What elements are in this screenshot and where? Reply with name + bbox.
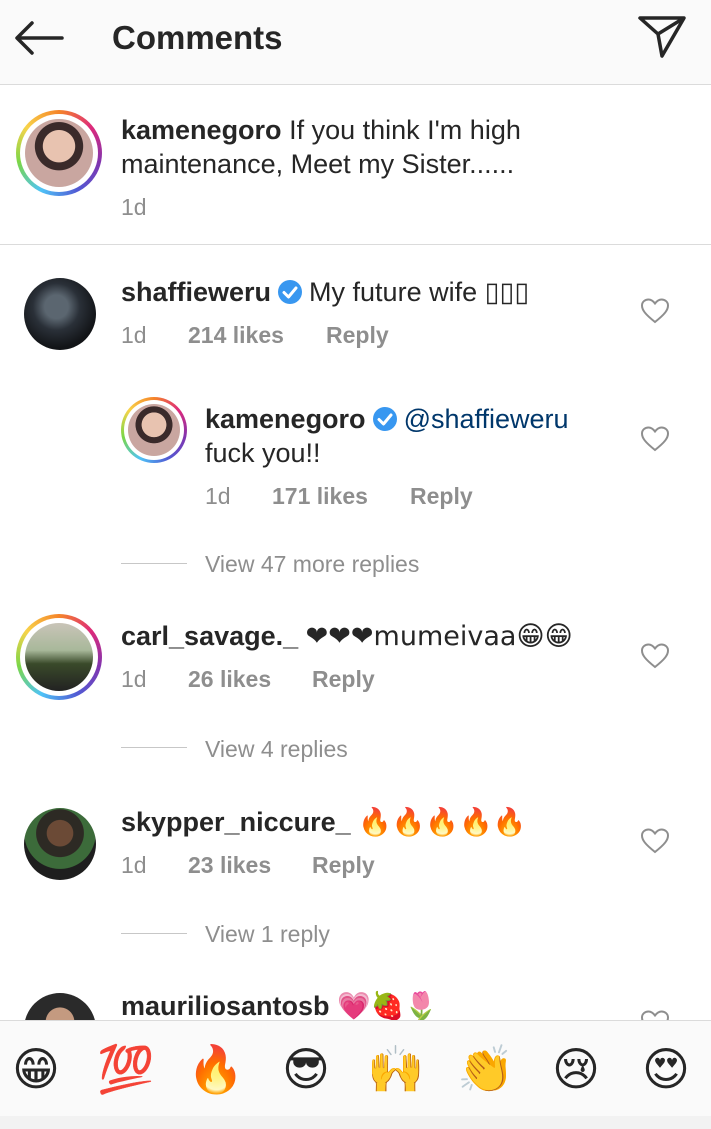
emoji-clap-button[interactable]: 👏 xyxy=(456,1039,516,1099)
back-arrow-icon[interactable] xyxy=(12,18,66,58)
emoji-fire-button[interactable]: 🔥 xyxy=(186,1039,246,1099)
reply-button[interactable]: Reply xyxy=(326,322,389,349)
view-replies-line xyxy=(121,933,187,934)
reply-timestamp: 1d xyxy=(205,483,231,509)
avatar[interactable] xyxy=(24,278,96,350)
caption-line-2: maintenance, Meet my Sister...... xyxy=(121,149,515,179)
emoji-quick-bar: 😁 💯 🔥 😎 🙌 👏 😢 😍 xyxy=(0,1020,711,1117)
comment-timestamp: 1d xyxy=(121,852,147,878)
comment-username[interactable]: skypper_niccure_ xyxy=(121,807,351,837)
view-replies-line xyxy=(121,747,187,748)
reply-button[interactable]: Reply xyxy=(312,852,375,879)
comment-emoji: ▯▯▯ xyxy=(484,277,530,307)
view-replies-button[interactable]: View 4 replies xyxy=(205,736,348,763)
comment-body: 🔥🔥🔥🔥🔥 xyxy=(358,807,527,838)
caption-text: kamenegoro If you think I'm high mainten… xyxy=(121,113,681,181)
avatar[interactable] xyxy=(16,614,102,700)
view-replies-line xyxy=(121,563,187,564)
like-heart-icon[interactable] xyxy=(641,643,669,669)
like-heart-icon[interactable] xyxy=(641,828,669,854)
comment-body: 💗🍓🌷 xyxy=(337,991,438,1022)
send-direct-icon[interactable] xyxy=(636,14,688,60)
reply-text: kamenegoro @shaffieweru fuck you!! xyxy=(205,402,625,470)
avatar[interactable] xyxy=(121,397,187,463)
comment-text: skypper_niccure_ 🔥🔥🔥🔥🔥 xyxy=(121,805,621,840)
emoji-grin-button[interactable]: 😁 xyxy=(6,1039,66,1099)
comment-text: shaffieweru My future wife ▯▯▯ xyxy=(121,275,621,309)
page-title: Comments xyxy=(112,19,283,56)
comment-username[interactable]: mauriliosantosb xyxy=(121,991,330,1021)
view-more-replies-button[interactable]: View 47 more replies xyxy=(205,551,419,578)
comment-text: carl_savage._ ❤❤❤mumeivaa😁😁 xyxy=(121,619,621,654)
emoji-raised-hands-button[interactable]: 🙌 xyxy=(366,1039,426,1099)
comment-likes[interactable]: 26 likes xyxy=(188,666,271,693)
emoji-sunglasses-button[interactable]: 😎 xyxy=(276,1039,336,1099)
verified-badge-icon xyxy=(278,280,303,304)
comment-timestamp: 1d xyxy=(121,666,147,692)
verified-badge-icon xyxy=(372,407,397,431)
caption-divider xyxy=(0,244,711,245)
comment-username[interactable]: carl_savage._ xyxy=(121,621,298,651)
emoji-heart-eyes-button[interactable]: 😍 xyxy=(636,1039,696,1099)
comment-timestamp: 1d xyxy=(121,322,147,348)
reply-likes[interactable]: 171 likes xyxy=(272,483,368,510)
mention-link[interactable]: @shaffieweru xyxy=(404,404,569,434)
reply-button[interactable]: Reply xyxy=(312,666,375,693)
comment-username[interactable]: shaffieweru xyxy=(121,277,271,307)
comment-text: mauriliosantosb 💗🍓🌷 xyxy=(121,989,621,1024)
view-replies-button[interactable]: View 1 reply xyxy=(205,921,330,948)
avatar[interactable] xyxy=(16,110,102,196)
emoji-hundred-button[interactable]: 💯 xyxy=(96,1039,156,1099)
reply-body: fuck you!! xyxy=(205,438,321,468)
avatar[interactable] xyxy=(24,808,96,880)
like-heart-icon[interactable] xyxy=(641,298,669,324)
comment-likes[interactable]: 23 likes xyxy=(188,852,271,879)
header-bar: Comments xyxy=(0,0,711,85)
like-heart-icon[interactable] xyxy=(641,426,669,452)
caption-username[interactable]: kamenegoro xyxy=(121,115,282,145)
reply-username[interactable]: kamenegoro xyxy=(205,404,366,434)
bottom-strip xyxy=(0,1116,711,1129)
comment-body: My future wife xyxy=(309,277,478,307)
emoji-cry-button[interactable]: 😢 xyxy=(546,1039,606,1099)
caption-line-1: If you think I'm high xyxy=(289,115,521,145)
comment-likes[interactable]: 214 likes xyxy=(188,322,284,349)
caption-timestamp: 1d xyxy=(121,194,147,220)
comment-body: ❤❤❤mumeivaa😁😁 xyxy=(305,621,573,652)
reply-button[interactable]: Reply xyxy=(410,483,473,510)
